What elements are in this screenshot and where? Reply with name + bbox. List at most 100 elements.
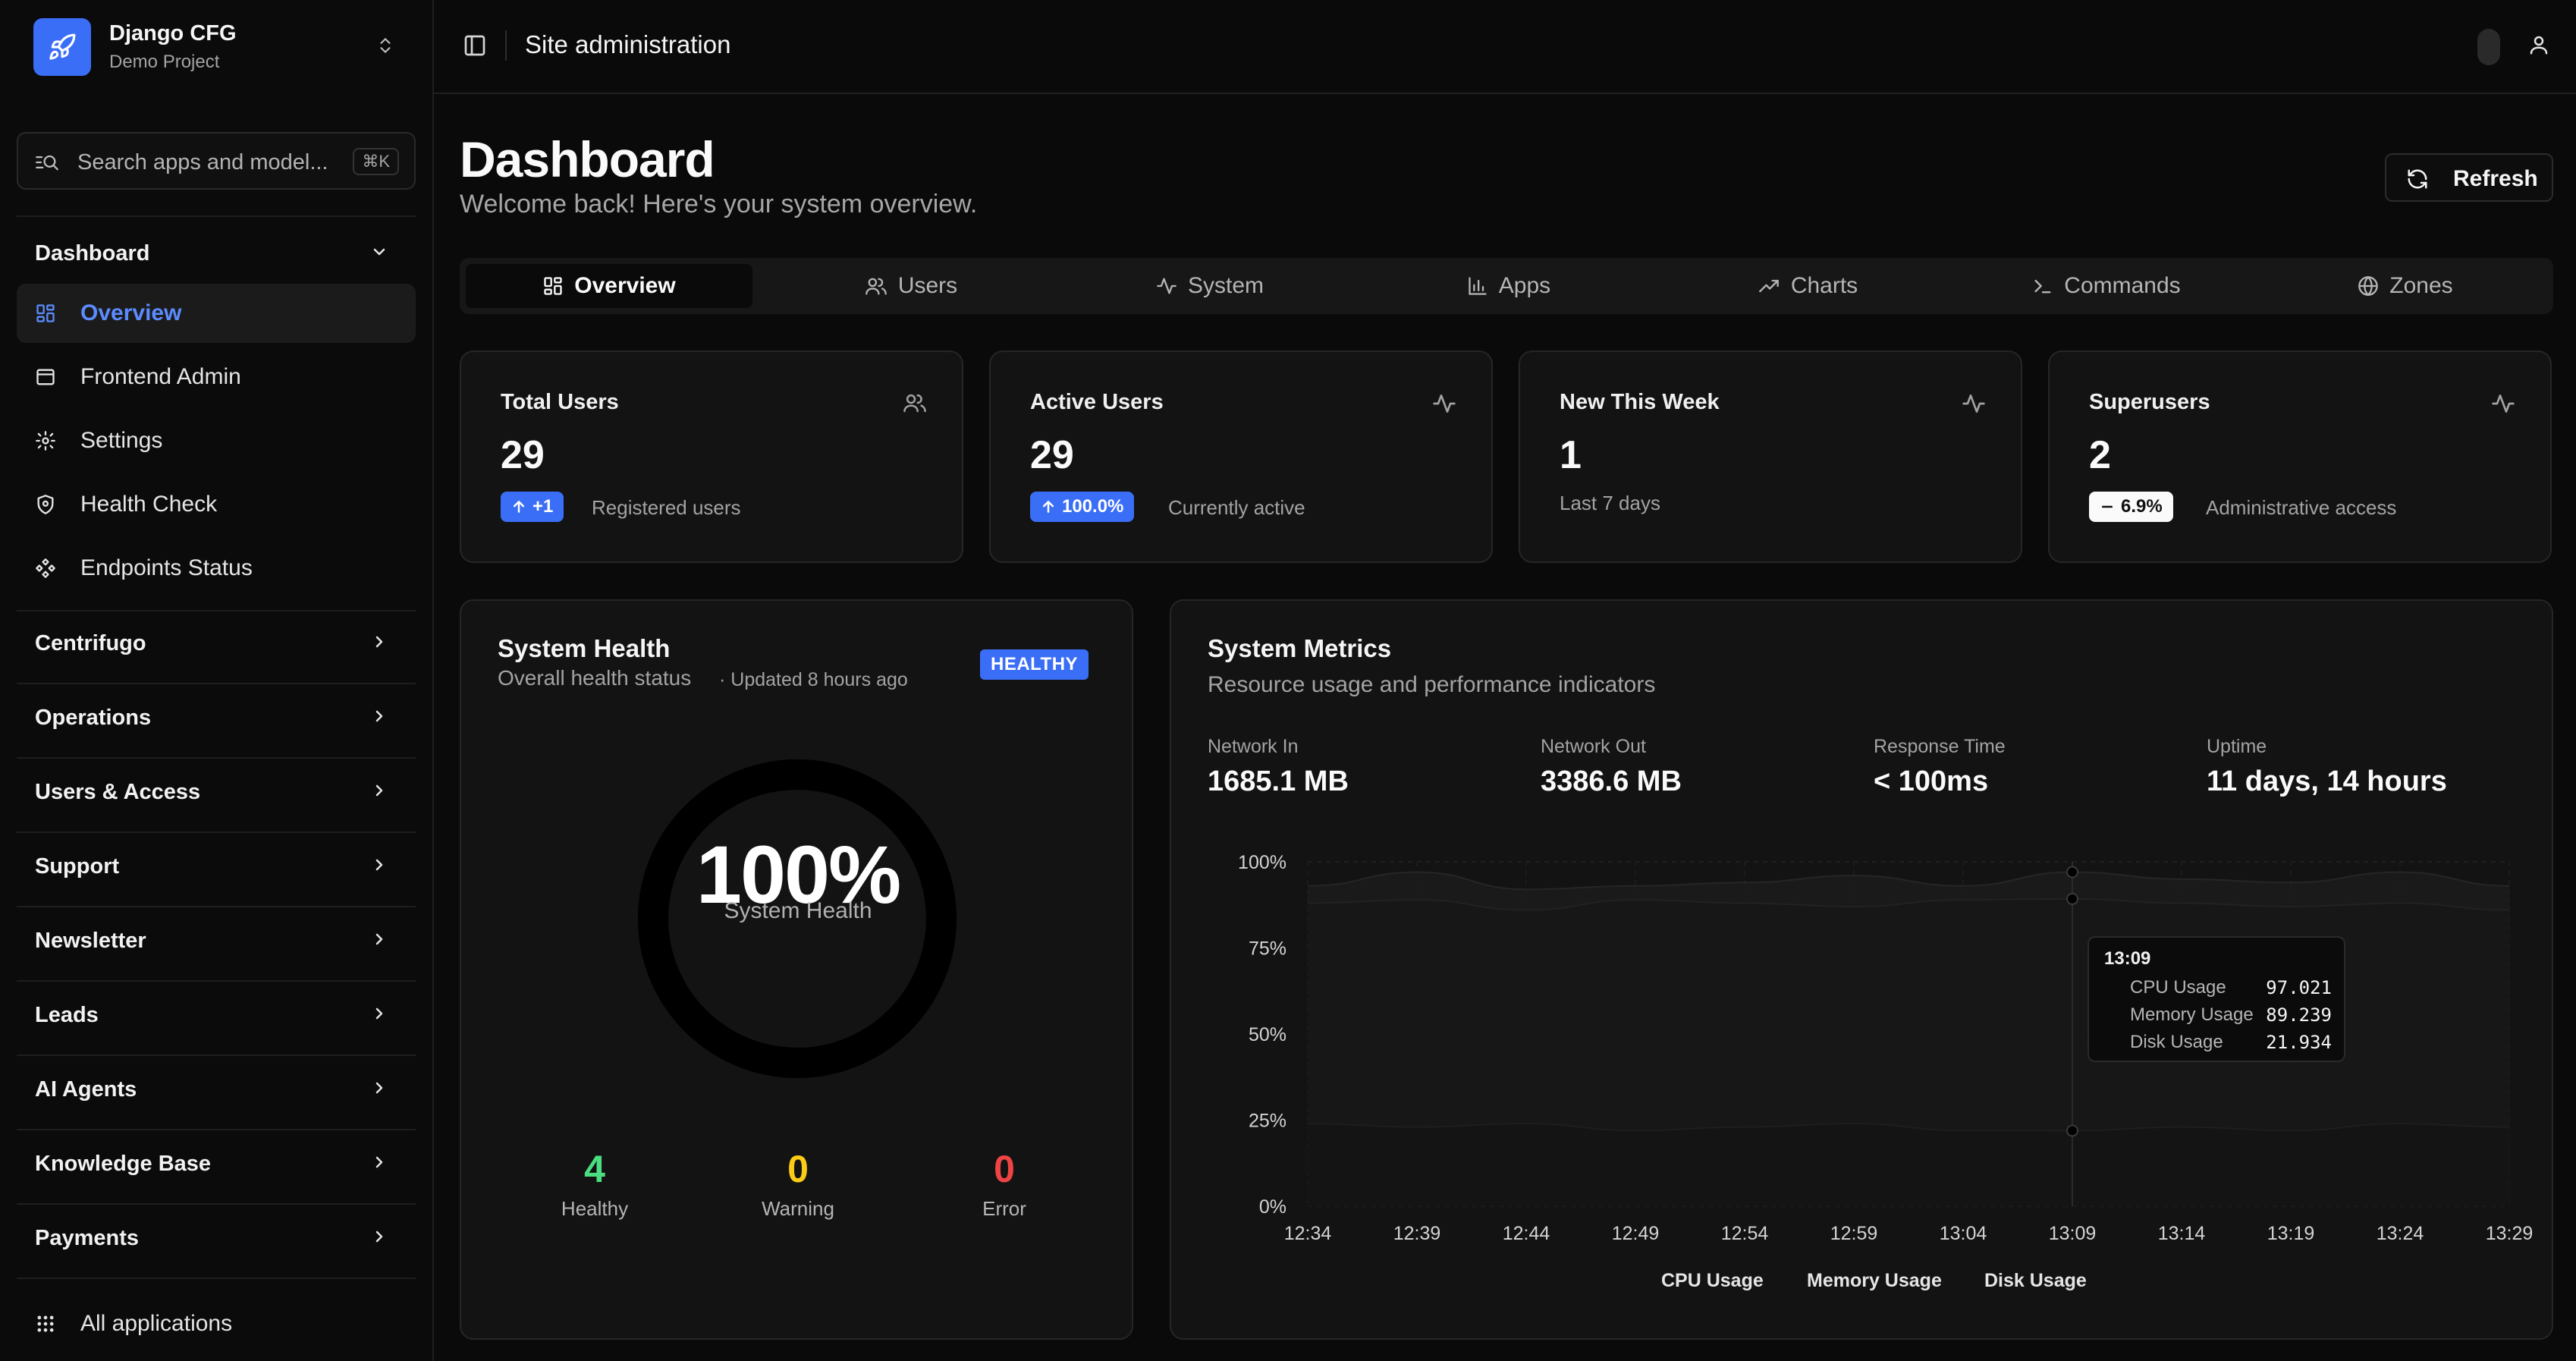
nav-group-users-access[interactable]: Users & Access [35, 780, 200, 805]
stat-title: Superusers [2089, 390, 2210, 414]
nav-group-dashboard[interactable]: Dashboard [35, 241, 149, 266]
count-label: Warning [762, 1197, 834, 1220]
chevron-right-icon[interactable] [370, 781, 388, 800]
chevron-right-icon[interactable] [370, 856, 388, 874]
sidebar-item-label: Overview [80, 300, 182, 325]
x-tick-label: 12:54 [1721, 1223, 1769, 1244]
tab-label: Users [897, 273, 958, 298]
refresh-button[interactable]: Refresh [2385, 153, 2553, 202]
activity-icon [1962, 391, 1986, 416]
health-title: System Health [498, 634, 671, 662]
nav-group-leads[interactable]: Leads [35, 1003, 99, 1028]
tab-label: Charts [1790, 273, 1858, 298]
terminal-icon [2032, 275, 2053, 297]
stat-value: 29 [1030, 433, 1074, 477]
sidebar-item-endpoints-status[interactable]: Endpoints Status [17, 539, 416, 598]
legend-item-memory[interactable]: Memory Usage [1807, 1270, 1942, 1292]
tooltip-row-disk: Disk Usage 21.934 [2130, 1032, 2332, 1053]
count-value: 0 [787, 1148, 809, 1190]
stat-badge: 6.9% [2089, 492, 2173, 522]
users-icon [903, 391, 927, 414]
chevron-right-icon[interactable] [370, 1227, 388, 1246]
chevron-right-icon[interactable] [370, 930, 388, 948]
project-switcher[interactable]: Django CFG Demo Project [33, 18, 401, 76]
stat-badge: 100.0% [1030, 492, 1135, 522]
chevrons-up-down-icon[interactable] [370, 30, 401, 61]
tooltip-value: 89.239 [2266, 1004, 2332, 1026]
sidebar-item-overview[interactable]: Overview [17, 284, 416, 343]
stat-card-superusers: Superusers 2 6.9% Administrative access [2048, 350, 2552, 563]
hover-point-0 [2066, 866, 2078, 879]
x-tick-label: 12:59 [1830, 1223, 1878, 1244]
search-icon [35, 152, 59, 173]
badge-value: +1 [532, 496, 554, 517]
sidebar-item-settings[interactable]: Settings [17, 411, 416, 470]
stat-card-active-users: Active Users 29 100.0% Currently active [989, 350, 1493, 563]
nav-group-newsletter[interactable]: Newsletter [35, 929, 146, 954]
chevron-right-icon[interactable] [370, 707, 388, 725]
sidebar-toggle-icon[interactable] [463, 33, 487, 58]
x-tick-label: 13:19 [2267, 1223, 2315, 1244]
arrow-up-icon [511, 499, 526, 514]
x-tick-label: 13:09 [2049, 1223, 2097, 1244]
legend-item-disk[interactable]: Disk Usage [1984, 1270, 2087, 1292]
tab-overview[interactable]: Overview [466, 264, 752, 308]
tab-charts[interactable]: Charts [1664, 264, 1951, 308]
divider [17, 1129, 416, 1130]
count-label: Healthy [561, 1197, 629, 1220]
search-input[interactable]: Search apps and model... ⌘K [17, 132, 416, 190]
endpoints-icon [35, 558, 56, 579]
nav-group-support[interactable]: Support [35, 854, 119, 879]
divider [17, 215, 416, 217]
brand-name: Django CFG [109, 21, 237, 46]
nav-group-payments[interactable]: Payments [35, 1226, 139, 1251]
chevron-down-icon[interactable] [370, 243, 388, 261]
chevron-right-icon[interactable] [370, 1004, 388, 1023]
activity-icon [2491, 391, 2515, 416]
badge-value: 100.0% [1062, 496, 1124, 517]
brand-project: Demo Project [109, 52, 220, 72]
nav-group-centrifugo[interactable]: Centrifugo [35, 631, 146, 656]
stat-description: Currently active [1168, 496, 1305, 519]
tab-commands[interactable]: Commands [1963, 264, 2250, 308]
tooltip-row-memory: Memory Usage 89.239 [2130, 1004, 2332, 1026]
nav-group-knowledge-base[interactable]: Knowledge Base [35, 1152, 211, 1177]
divider [17, 757, 416, 759]
sidebar-item-label: Health Check [80, 492, 218, 517]
tab-apps[interactable]: Apps [1365, 264, 1652, 308]
chevron-right-icon[interactable] [370, 1079, 388, 1097]
all-applications-link[interactable]: All applications [17, 1294, 416, 1353]
divider [17, 683, 416, 684]
nav-group-ai-agents[interactable]: AI Agents [35, 1077, 137, 1102]
tab-zones[interactable]: Zones [2262, 264, 2549, 308]
nav-group-operations[interactable]: Operations [35, 706, 151, 731]
theme-toggle[interactable] [2477, 29, 2500, 65]
search-shortcut: ⌘K [353, 148, 399, 175]
gauge-label: System Health [724, 898, 872, 923]
chevron-right-icon[interactable] [370, 633, 388, 651]
chevron-right-icon[interactable] [370, 1153, 388, 1171]
tooltip-row-cpu: CPU Usage 97.021 [2130, 977, 2332, 998]
divider [17, 1055, 416, 1056]
user-icon[interactable] [2527, 33, 2550, 56]
gear-icon [35, 430, 56, 451]
window-icon [35, 366, 56, 388]
stat-title: Active Users [1030, 390, 1164, 414]
tooltip-label: Disk Usage [2130, 1032, 2223, 1052]
sidebar-item-health-check[interactable]: Health Check [17, 475, 416, 534]
refresh-icon [2406, 168, 2429, 190]
stat-description: Registered users [592, 496, 741, 519]
stat-card-total-users: Total Users 29 +1 Registered users [460, 350, 963, 563]
sidebar-item-frontend-admin[interactable]: Frontend Admin [17, 347, 416, 407]
tooltip-value: 21.934 [2266, 1032, 2332, 1053]
grid-icon [542, 275, 564, 297]
y-tick-label: 75% [1249, 938, 1286, 960]
count-value: 0 [994, 1148, 1015, 1190]
tab-system[interactable]: System [1067, 264, 1353, 308]
x-tick-label: 12:49 [1612, 1223, 1660, 1244]
topbar: Site administration [434, 0, 2576, 94]
tab-users[interactable]: Users [768, 264, 1054, 308]
y-tick-label: 25% [1249, 1111, 1286, 1132]
stat-value: 1 [1560, 433, 1582, 477]
legend-item-cpu[interactable]: CPU Usage [1661, 1270, 1764, 1292]
